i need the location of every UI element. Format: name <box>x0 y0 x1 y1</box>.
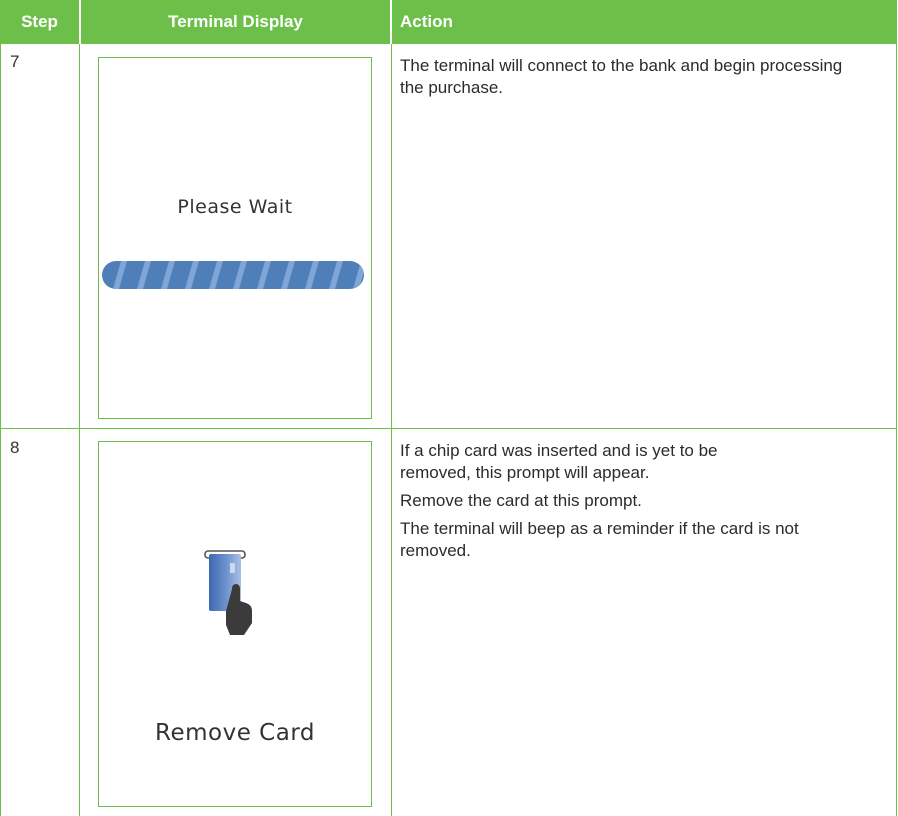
action-paragraph: The terminal will connect to the bank an… <box>400 56 843 97</box>
card-removal-icon <box>204 550 252 635</box>
action-paragraph: The terminal will beep as a reminder if … <box>400 519 799 560</box>
header-step: Step <box>0 0 79 44</box>
screen-message: Remove Card <box>155 720 315 746</box>
header-action: Action <box>392 0 897 44</box>
terminal-screen: Please Wait <box>98 57 372 419</box>
action-text: The terminal will connect to the bank an… <box>400 55 870 105</box>
row-divider <box>0 428 897 429</box>
column-divider <box>79 44 80 816</box>
action-paragraph: If a chip card was inserted and is yet t… <box>400 441 718 482</box>
action-text: If a chip card was inserted and is yet t… <box>400 440 870 568</box>
step-number: 8 <box>10 438 20 457</box>
header-terminal-display: Terminal Display <box>81 0 390 44</box>
instruction-table: Step Terminal Display Action 7 Please Wa… <box>0 0 897 816</box>
screen-message: Please Wait <box>177 196 293 218</box>
progress-bar-icon <box>102 261 364 289</box>
table-border-right <box>896 44 897 816</box>
table-border-left <box>0 44 1 816</box>
column-divider <box>391 44 392 816</box>
step-number: 7 <box>10 52 20 71</box>
action-paragraph: Remove the card at this prompt. <box>400 491 642 510</box>
terminal-screen: Remove Card <box>98 441 372 807</box>
